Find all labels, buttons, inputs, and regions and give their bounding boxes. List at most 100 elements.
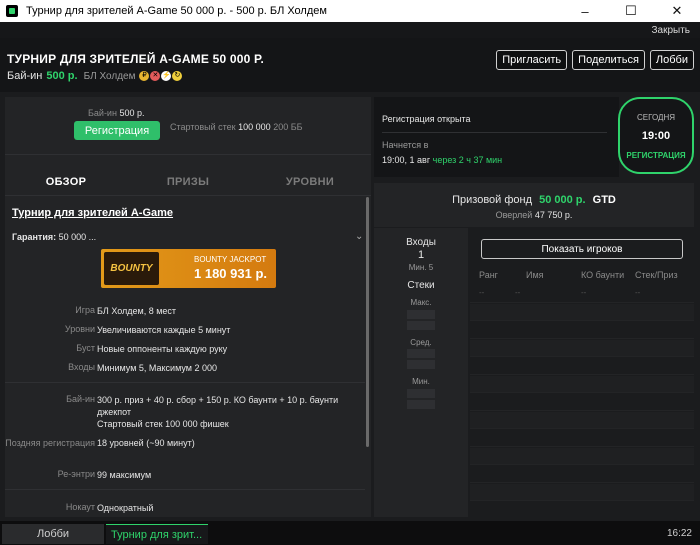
tab-overview[interactable]: ОБЗОР — [5, 168, 127, 195]
info-value: БЛ Холдем, 8 мест — [97, 306, 177, 316]
info-key: Нокаут — [65, 502, 95, 512]
tournament-title: ТУРНИР ДЛЯ ЗРИТЕЛЕЙ A-GAME 50 000 Р. — [7, 52, 264, 66]
info-value: Новые оппоненты каждую руку — [97, 344, 228, 354]
show-players-button[interactable]: Показать игроков — [481, 239, 683, 259]
reg-buyin: Бай-ин 500 р. — [88, 108, 144, 118]
start-time: 19:00, 1 авг через 2 ч 37 мин — [382, 155, 502, 165]
table-row — [470, 358, 694, 375]
today-state: РЕГИСТРАЦИЯ — [626, 151, 686, 160]
column-stack-prize[interactable]: Стек/Приз — [635, 270, 678, 280]
reentry-icon: ↻ — [172, 71, 183, 81]
left-panel: Бай-ин 500 р. Регистрация Стартовый стек… — [5, 97, 371, 517]
tab-levels[interactable]: УРОВНИ — [249, 168, 371, 195]
entries-panel: Входы 1 Мин. 5 Стеки Макс. Сред. Мин. — [374, 228, 468, 517]
registration-status: Регистрация открыта Начнется в 19:00, 1 … — [374, 97, 619, 177]
column-ko-bounty[interactable]: КО баунти — [581, 270, 624, 280]
chevron-down-icon[interactable]: ⌄ — [355, 231, 363, 242]
scrollbar[interactable] — [366, 197, 369, 447]
taskbar-tournament-tab[interactable]: Турнир для зрит... — [106, 524, 208, 544]
buyin-value: 500 р. — [46, 70, 78, 82]
status-open: Регистрация открыта — [382, 114, 471, 124]
maximize-icon[interactable]: ☐ — [608, 0, 654, 22]
countdown: через 2 ч 37 мин — [432, 155, 503, 165]
info-key: Поздняя регистрация — [5, 438, 95, 448]
reg-buyin-label: Бай-ин — [88, 108, 117, 118]
table-row — [470, 466, 694, 483]
header-actions: Пригласить Поделиться Лобби — [496, 50, 694, 70]
stack-value: 100 000 — [238, 122, 271, 132]
divider — [5, 489, 365, 490]
stack-avg-value — [407, 360, 435, 369]
stack-min-value — [407, 400, 435, 409]
knockout-icon: ⚡ — [161, 71, 172, 81]
clock: 16:22 — [666, 528, 692, 539]
stack-label: Стартовый стек — [170, 122, 236, 132]
stack-min-value — [407, 389, 435, 398]
guarantee-label: Гарантия: — [12, 232, 57, 242]
registration-box: Бай-ин 500 р. Регистрация Стартовый стек… — [5, 97, 371, 155]
taskbar-lobby-tab[interactable]: Лобби — [2, 524, 104, 544]
close-strip: Закрыть — [0, 22, 700, 38]
table-row — [470, 448, 694, 465]
overlay-value: 47 750 р. — [534, 210, 573, 220]
starts-label: Начнется в — [382, 140, 429, 150]
prize-pool-row: Призовой фонд 50 000 р. GTD — [374, 194, 694, 206]
jackpot-value: 1 180 931 р. — [194, 266, 267, 281]
stacks-label: Стеки — [407, 280, 435, 291]
lobby-button[interactable]: Лобби — [649, 50, 694, 70]
register-button[interactable]: Регистрация — [74, 121, 160, 140]
bounty-jackpot-banner: BOUNTY BOUNTY JACKPOT 1 180 931 р. — [101, 249, 276, 288]
info-key: Буст — [76, 343, 95, 353]
info-key: Уровни — [64, 324, 95, 334]
table-row — [470, 484, 694, 501]
divider — [382, 132, 607, 133]
start-datetime: 19:00, 1 авг — [382, 155, 431, 165]
share-button[interactable]: Поделиться — [572, 50, 645, 70]
app-logo-icon — [6, 5, 18, 17]
name-cell: -- — [515, 288, 521, 297]
minimize-icon[interactable]: – — [562, 0, 608, 22]
table-row: -- -- -- -- — [470, 286, 694, 303]
invite-button[interactable]: Пригласить — [496, 50, 568, 70]
window-title: Турнир для зрителей A-Game 50 000 р. - 5… — [26, 5, 327, 17]
starting-stack: Стартовый стек 100 000 200 ББ — [170, 122, 303, 132]
table-row — [470, 376, 694, 393]
bounty-icon: ✕ — [150, 71, 161, 81]
window-title-bar: Турнир для зрителей A-Game 50 000 р. - 5… — [0, 0, 700, 22]
tournament-subtitle: Бай-ин 500 р. БЛ Холдем ₽ ✕ ⚡ ↻ — [7, 70, 183, 82]
info-value: 99 максимум — [97, 470, 152, 480]
stack-max-value — [407, 321, 435, 330]
prize-gtd: GTD — [592, 194, 616, 206]
today-label: СЕГОДНЯ — [636, 113, 675, 122]
stack-cell: -- — [635, 288, 641, 297]
overview-title[interactable]: Турнир для зрителей A-Game — [12, 207, 173, 219]
today-badge: СЕГОДНЯ 19:00 РЕГИСТРАЦИЯ — [618, 97, 694, 174]
close-icon[interactable]: ✕ — [654, 0, 700, 22]
reg-buyin-value: 500 р. — [119, 108, 145, 118]
table-row — [470, 394, 694, 411]
info-value: Однократный — [97, 503, 154, 513]
tournament-header: ТУРНИР ДЛЯ ЗРИТЕЛЕЙ A-GAME 50 000 Р. Бай… — [0, 38, 700, 92]
entries-min: Мин. 5 — [408, 263, 434, 272]
guarantee: Гарантия: 50 000 ... — [12, 232, 96, 242]
players-panel: Показать игроков Ранг Имя КО баунти Стек… — [470, 228, 694, 517]
buyin-stack: Стартовый стек 100 000 фишек — [97, 419, 229, 429]
prize-label: Призовой фонд — [452, 194, 533, 206]
bounty-cell: -- — [581, 288, 587, 297]
prize-pool: Призовой фонд 50 000 р. GTD Оверлей 47 7… — [374, 183, 694, 227]
column-rank[interactable]: Ранг — [479, 270, 498, 280]
table-row — [470, 322, 694, 339]
tab-prizes[interactable]: ПРИЗЫ — [127, 168, 249, 195]
close-link[interactable]: Закрыть — [651, 25, 690, 36]
table-row — [470, 304, 694, 321]
buyin-label: Бай-ин — [7, 70, 43, 82]
prize-amount: 50 000 р. — [539, 194, 586, 206]
info-tabs: ОБЗОР ПРИЗЫ УРОВНИ — [5, 168, 371, 196]
bounty-logo: BOUNTY — [104, 252, 159, 285]
stack-avg-value — [407, 349, 435, 358]
info-value: Минимум 5, Максимум 2 000 — [97, 363, 217, 373]
buyin-breakdown: 300 р. приз + 40 р. сбор + 150 р. КО бау… — [97, 395, 339, 417]
overlay-row: Оверлей 47 750 р. — [374, 210, 694, 220]
overview-content: Турнир для зрителей A-Game Гарантия: 50 … — [5, 197, 365, 517]
column-name[interactable]: Имя — [526, 270, 544, 280]
